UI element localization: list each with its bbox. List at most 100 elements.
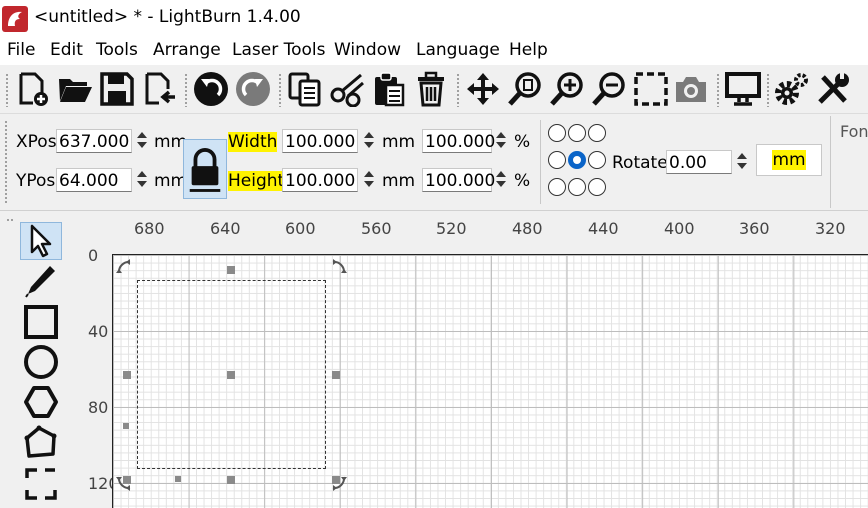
- scale-handle-bottom[interactable]: [227, 476, 235, 484]
- star-tool[interactable]: [20, 423, 62, 461]
- unit-toggle-button[interactable]: mm: [756, 144, 822, 176]
- delete-icon: [418, 71, 444, 107]
- anchor-bottom-right-radio[interactable]: [588, 178, 606, 196]
- zoom-in-icon: [550, 72, 583, 106]
- import-button[interactable]: [140, 69, 178, 109]
- ruler-label: 480: [512, 219, 543, 238]
- open-button[interactable]: [56, 69, 94, 109]
- width-spinner[interactable]: [362, 129, 376, 155]
- anchor-bottom-left-radio[interactable]: [548, 178, 566, 196]
- scale-handle-top[interactable]: [227, 266, 235, 274]
- xpos-input[interactable]: 637.000: [56, 129, 132, 153]
- new-file-button[interactable]: [14, 69, 52, 109]
- camera-icon: [676, 77, 706, 102]
- settings-button[interactable]: [772, 69, 810, 109]
- rotate-handle-bottom-left-icon[interactable]: [115, 474, 133, 492]
- lock-aspect-button[interactable]: [183, 139, 227, 199]
- scale-handle-right[interactable]: [332, 371, 340, 379]
- height-input[interactable]: 100.000: [282, 168, 358, 192]
- rectangle-tool[interactable]: [20, 303, 62, 341]
- ruler-label: 560: [361, 219, 392, 238]
- ruler-label: 440: [588, 219, 619, 238]
- ypos-input[interactable]: 64.000: [56, 168, 132, 192]
- zoom-page-button[interactable]: [506, 69, 544, 109]
- undo-icon: [194, 72, 228, 106]
- menu-edit[interactable]: Edit: [50, 40, 83, 60]
- anchor-middle-right-radio[interactable]: [588, 151, 606, 169]
- rotate-handle-top-right-icon[interactable]: [330, 258, 348, 276]
- menu-help[interactable]: Help: [509, 40, 548, 60]
- paste-button[interactable]: [370, 69, 408, 109]
- menu-tools[interactable]: Tools: [96, 40, 138, 60]
- menu-laser-tools[interactable]: Laser Tools: [232, 40, 325, 60]
- rotate-spinner[interactable]: [735, 150, 749, 176]
- tools-sidebar: [0, 212, 64, 508]
- ruler-label: 360: [739, 219, 770, 238]
- ypos-spinner[interactable]: [135, 168, 149, 194]
- anchor-top-left-radio[interactable]: [548, 124, 566, 142]
- menu-file[interactable]: File: [7, 40, 35, 60]
- save-button[interactable]: [98, 69, 136, 109]
- toolbar-grip[interactable]: [184, 73, 188, 107]
- corners-icon: [25, 468, 57, 500]
- devices-button[interactable]: [724, 69, 762, 109]
- toolbar-grip[interactable]: [716, 73, 720, 107]
- height-percent-input[interactable]: 100.000: [422, 168, 495, 192]
- scale-handle-left[interactable]: [123, 371, 131, 379]
- panel-divider: [830, 116, 831, 208]
- move-button[interactable]: [464, 69, 502, 109]
- cut-button[interactable]: [328, 69, 366, 109]
- width-unit: mm: [382, 132, 416, 152]
- ruler-label: 320: [815, 219, 846, 238]
- offset-tool[interactable]: [20, 465, 62, 503]
- vertical-ruler: 0 40 80 120: [64, 212, 119, 508]
- toolbar-grip[interactable]: [766, 73, 770, 107]
- copy-button[interactable]: [286, 69, 324, 109]
- toolbar-grip[interactable]: [5, 73, 9, 107]
- anchor-top-right-radio[interactable]: [588, 124, 606, 142]
- zoom-in-button[interactable]: [548, 69, 586, 109]
- lock-icon: [189, 148, 221, 192]
- redo-icon: [236, 72, 270, 106]
- ellipse-icon: [24, 345, 58, 379]
- polygon-tool[interactable]: [20, 383, 62, 421]
- delete-button[interactable]: [412, 69, 450, 109]
- zoom-selection-button[interactable]: [632, 69, 670, 109]
- anchor-center-radio[interactable]: [568, 151, 586, 169]
- undo-button[interactable]: [192, 69, 230, 109]
- camera-button[interactable]: [672, 69, 710, 109]
- new-file-icon: [19, 72, 48, 106]
- height-percent-spinner[interactable]: [494, 168, 508, 194]
- height-spinner[interactable]: [362, 168, 376, 194]
- menu-arrange[interactable]: Arrange: [153, 40, 221, 60]
- width-input[interactable]: 100.000: [282, 129, 358, 153]
- width-percent-input[interactable]: 100.000: [422, 129, 495, 153]
- skew-handle-bottom[interactable]: [175, 476, 181, 482]
- toolbar-grip[interactable]: [456, 73, 460, 107]
- anchor-top-center-radio[interactable]: [568, 124, 586, 142]
- anchor-middle-left-radio[interactable]: [548, 151, 566, 169]
- ellipse-tool[interactable]: [20, 343, 62, 381]
- anchor-bottom-center-radio[interactable]: [568, 178, 586, 196]
- xpos-spinner[interactable]: [135, 129, 149, 155]
- panel-grip[interactable]: [4, 120, 8, 204]
- paste-icon: [375, 72, 405, 107]
- redo-button[interactable]: [234, 69, 272, 109]
- pen-icon: [25, 266, 55, 298]
- settings-icon: [775, 73, 808, 105]
- rotate-handle-bottom-right-icon[interactable]: [330, 474, 348, 492]
- center-handle[interactable]: [227, 371, 235, 379]
- skew-handle-left[interactable]: [123, 423, 129, 429]
- width-percent-spinner[interactable]: [494, 129, 508, 155]
- tools-grip[interactable]: [6, 218, 14, 222]
- tools-button[interactable]: [814, 69, 852, 109]
- toolbar-grip[interactable]: [278, 73, 282, 107]
- cut-icon: [330, 73, 364, 107]
- zoom-out-button[interactable]: [590, 69, 628, 109]
- menu-window[interactable]: Window: [334, 40, 401, 60]
- select-tool[interactable]: [20, 222, 62, 260]
- draw-lines-tool[interactable]: [20, 262, 62, 300]
- rotate-input[interactable]: 0.00: [666, 150, 732, 174]
- rotate-handle-top-left-icon[interactable]: [115, 258, 133, 276]
- menu-language[interactable]: Language: [416, 40, 500, 60]
